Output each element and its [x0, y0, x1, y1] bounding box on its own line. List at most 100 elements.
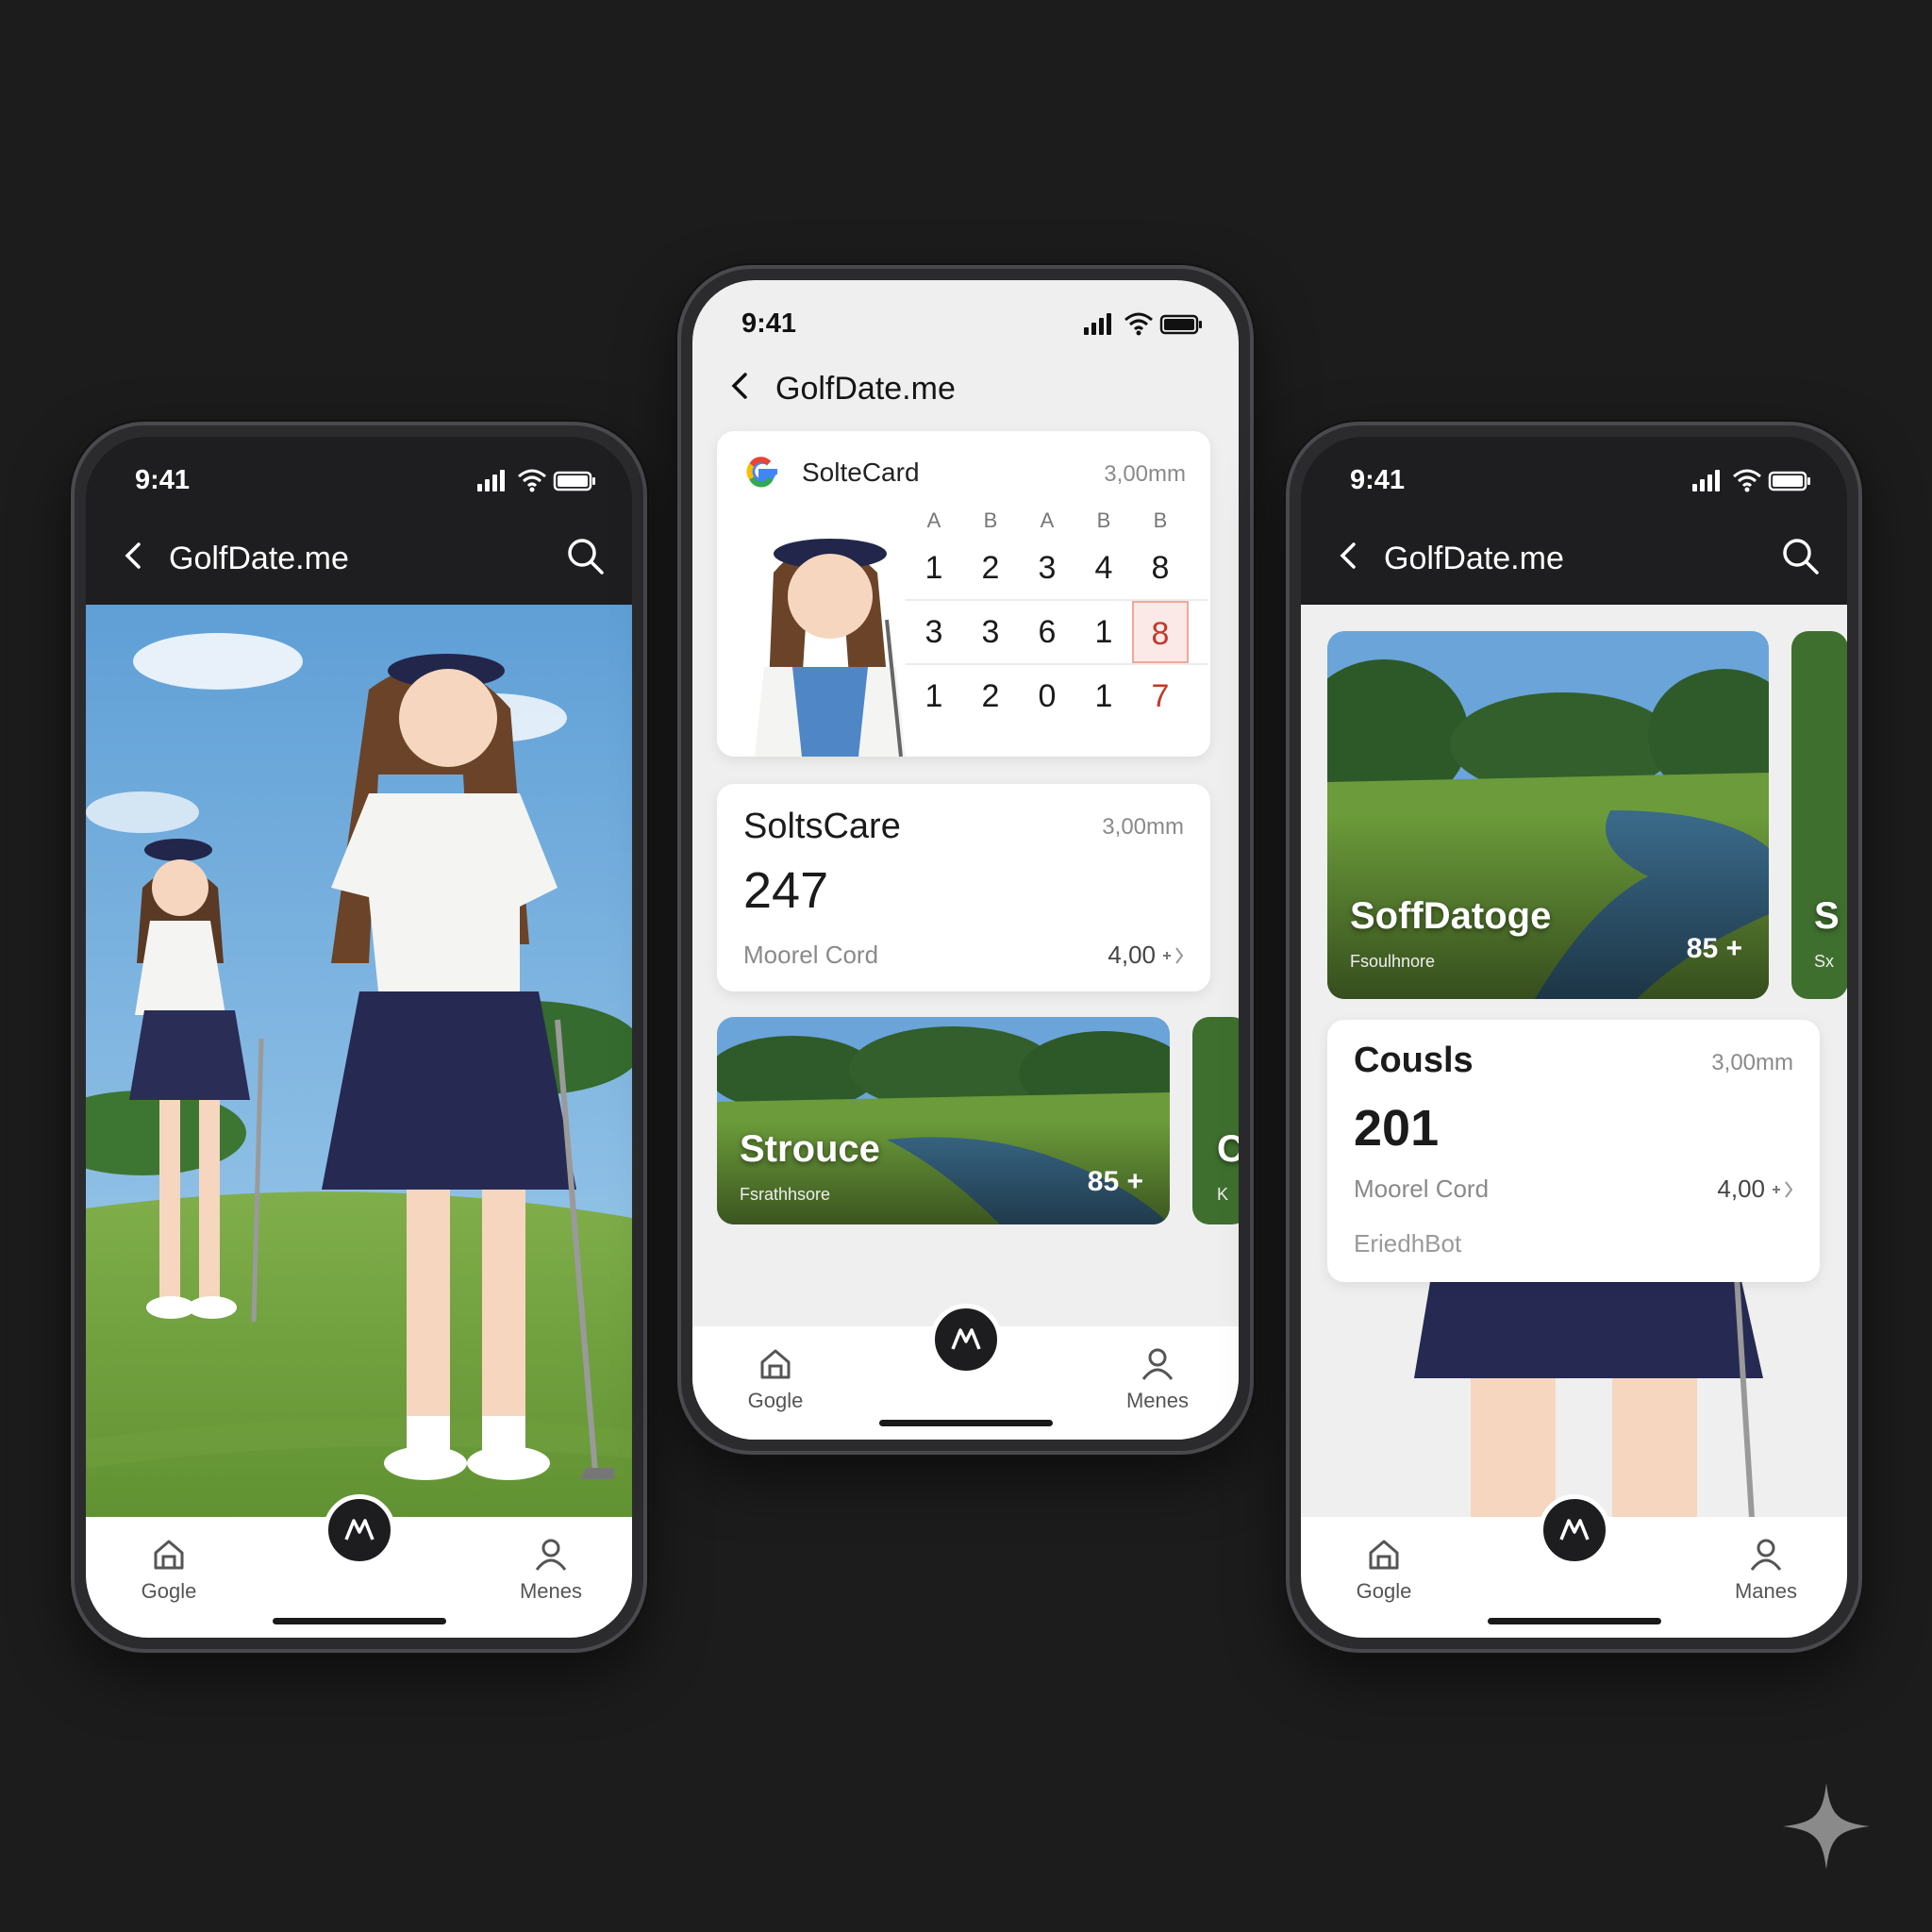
tab-home[interactable]: Gogle	[719, 1345, 832, 1413]
stats-meta: 3,00mm	[1102, 814, 1184, 840]
status-bar: 9:41	[1301, 437, 1847, 512]
motorola-logo-icon	[343, 1519, 375, 1541]
course-card[interactable]: SoffDatoge Fsoulhnore 85 +	[1327, 631, 1769, 999]
score-cell: 3	[1038, 549, 1057, 586]
tab-profile[interactable]: Menes	[494, 1536, 608, 1604]
status-bar: 9:41	[692, 280, 1239, 356]
phone-left: 9:41 GolfDate.me Gogle Menes	[71, 422, 647, 1653]
score-col-header: B	[1096, 508, 1111, 532]
chevron-right-icon[interactable]	[1159, 944, 1186, 967]
scorecard-title: SolteCard	[802, 458, 920, 487]
course-subtitle: Fsrathhsore	[740, 1185, 831, 1204]
stats-card[interactable]: SoltsCare 3,00mm 247 Moorel Cord 4,00	[717, 784, 1210, 991]
sparkle-icon	[1783, 1783, 1870, 1870]
center-action-button[interactable]	[929, 1304, 1002, 1375]
tab-home[interactable]: Gogle	[112, 1536, 225, 1604]
status-bar: 9:41	[86, 437, 632, 512]
google-logo-icon	[746, 457, 777, 488]
stats-subtitle: Moorel Cord	[1354, 1174, 1490, 1203]
tab-profile[interactable]: Menes	[1101, 1345, 1214, 1413]
motorola-logo-icon	[1558, 1519, 1590, 1541]
score-cell: 1	[1094, 677, 1113, 714]
search-icon[interactable]	[564, 535, 606, 576]
status-time: 9:41	[135, 465, 191, 495]
chevron-right-icon[interactable]	[1769, 1178, 1795, 1201]
stats-sub-value: 4,00	[1717, 1174, 1765, 1203]
score-cell: 3	[924, 613, 943, 650]
bottom-tab-bar: Gogle Menes	[692, 1304, 1239, 1440]
score-header-row: A B A B B	[906, 505, 1208, 537]
home-icon	[760, 1349, 791, 1379]
profile-icon	[535, 1539, 567, 1571]
score-cell: 2	[981, 549, 1000, 586]
course-card-peek[interactable]: C K	[1192, 1017, 1239, 1224]
score-cell: 0	[1038, 677, 1057, 714]
back-chevron-icon[interactable]	[721, 367, 758, 405]
score-row: 1 2 0 1 7	[906, 665, 1208, 727]
score-col-header: A	[1040, 508, 1055, 532]
score-col-header: A	[926, 508, 941, 532]
app-title: GolfDate.me	[1384, 541, 1564, 576]
score-cell-highlighted[interactable]: 8	[1132, 601, 1189, 663]
tab-home-label: Gogle	[747, 1389, 804, 1412]
course-count: 85 +	[1087, 1166, 1143, 1197]
stats-meta: 3,00mm	[1711, 1050, 1793, 1075]
course-card-peek[interactable]: S Sx	[1791, 631, 1847, 999]
profile-icon	[1141, 1348, 1174, 1380]
score-cell: 2	[981, 677, 1000, 714]
course-subtitle: Fsoulhnore	[1350, 952, 1436, 971]
bottom-tab-bar: Gogle Manes	[1301, 1494, 1847, 1638]
course-peek-title: C	[1217, 1128, 1239, 1170]
score-cell: 1	[924, 549, 943, 586]
status-time: 9:41	[741, 308, 797, 339]
center-action-button[interactable]	[323, 1494, 395, 1566]
golfer-avatar	[755, 539, 906, 757]
stats-value: 247	[743, 862, 829, 919]
app-bar: GolfDate.me	[1301, 516, 1847, 601]
app-bar: GolfDate.me	[692, 346, 1239, 431]
score-cell: 3	[981, 613, 1000, 650]
status-icons	[477, 469, 595, 492]
home-indicator	[1487, 1618, 1661, 1624]
course-title: Strouce	[740, 1128, 880, 1170]
home-icon	[1369, 1540, 1399, 1570]
stats-value: 201	[1354, 1100, 1440, 1157]
back-chevron-icon[interactable]	[1329, 537, 1367, 575]
phone-right: 9:41 GolfDate.me SoffDatoge Fsoulhnore 8…	[1286, 422, 1862, 1653]
motorola-logo-icon	[950, 1328, 981, 1350]
search-icon[interactable]	[1779, 535, 1821, 576]
phone-center: 9:41 GolfDate.me SolteCard 3,00mm A B A …	[677, 265, 1254, 1455]
stats-sub-value: 4,00	[1108, 941, 1156, 969]
status-time: 9:41	[1350, 465, 1406, 495]
stats-card[interactable]: Cousls 3,00mm 201 Moorel Cord 4,00 Eried…	[1327, 1020, 1820, 1282]
stats-title: SoltsCare	[743, 807, 901, 846]
course-peek-title: S	[1814, 895, 1840, 937]
back-chevron-icon[interactable]	[114, 537, 152, 575]
tab-profile[interactable]: Manes	[1709, 1536, 1823, 1604]
score-col-header: B	[983, 508, 998, 532]
score-cell: 7	[1151, 677, 1170, 714]
bottom-tab-bar: Gogle Menes	[86, 1494, 632, 1638]
score-cell: 1	[1094, 613, 1113, 650]
home-indicator	[272, 1618, 446, 1624]
home-indicator	[878, 1420, 1053, 1426]
course-count: 85 +	[1686, 933, 1742, 964]
score-cell: 8	[1151, 549, 1170, 586]
course-peek-subtitle: K	[1217, 1185, 1229, 1204]
tab-home[interactable]: Gogle	[1327, 1536, 1441, 1604]
tab-profile-label: Manes	[1734, 1579, 1798, 1603]
course-peek-subtitle: Sx	[1814, 952, 1835, 971]
center-action-button[interactable]	[1538, 1494, 1610, 1566]
hero-golfer-illustration	[86, 605, 632, 1548]
score-col-header: B	[1153, 508, 1168, 532]
score-cell: 6	[1038, 613, 1057, 650]
content-area: SoffDatoge Fsoulhnore 85 + S Sx Cousls 3…	[1301, 605, 1847, 1517]
course-title: SoffDatoge	[1350, 895, 1552, 937]
scorecard-card[interactable]: SolteCard 3,00mm A B A B B 1 2 3 4 8 3 3…	[717, 431, 1210, 757]
score-grid: A B A B B 1 2 3 4 8 3 3 6 1 8 1 2 0 1 7	[906, 505, 1208, 727]
app-bar: GolfDate.me	[86, 516, 632, 601]
score-row: 3 3 6 1 8	[906, 601, 1208, 665]
app-title: GolfDate.me	[775, 371, 956, 407]
stats-subtitle: Moorel Cord	[743, 941, 879, 969]
course-card[interactable]: Strouce Fsrathhsore 85 +	[717, 1017, 1170, 1224]
